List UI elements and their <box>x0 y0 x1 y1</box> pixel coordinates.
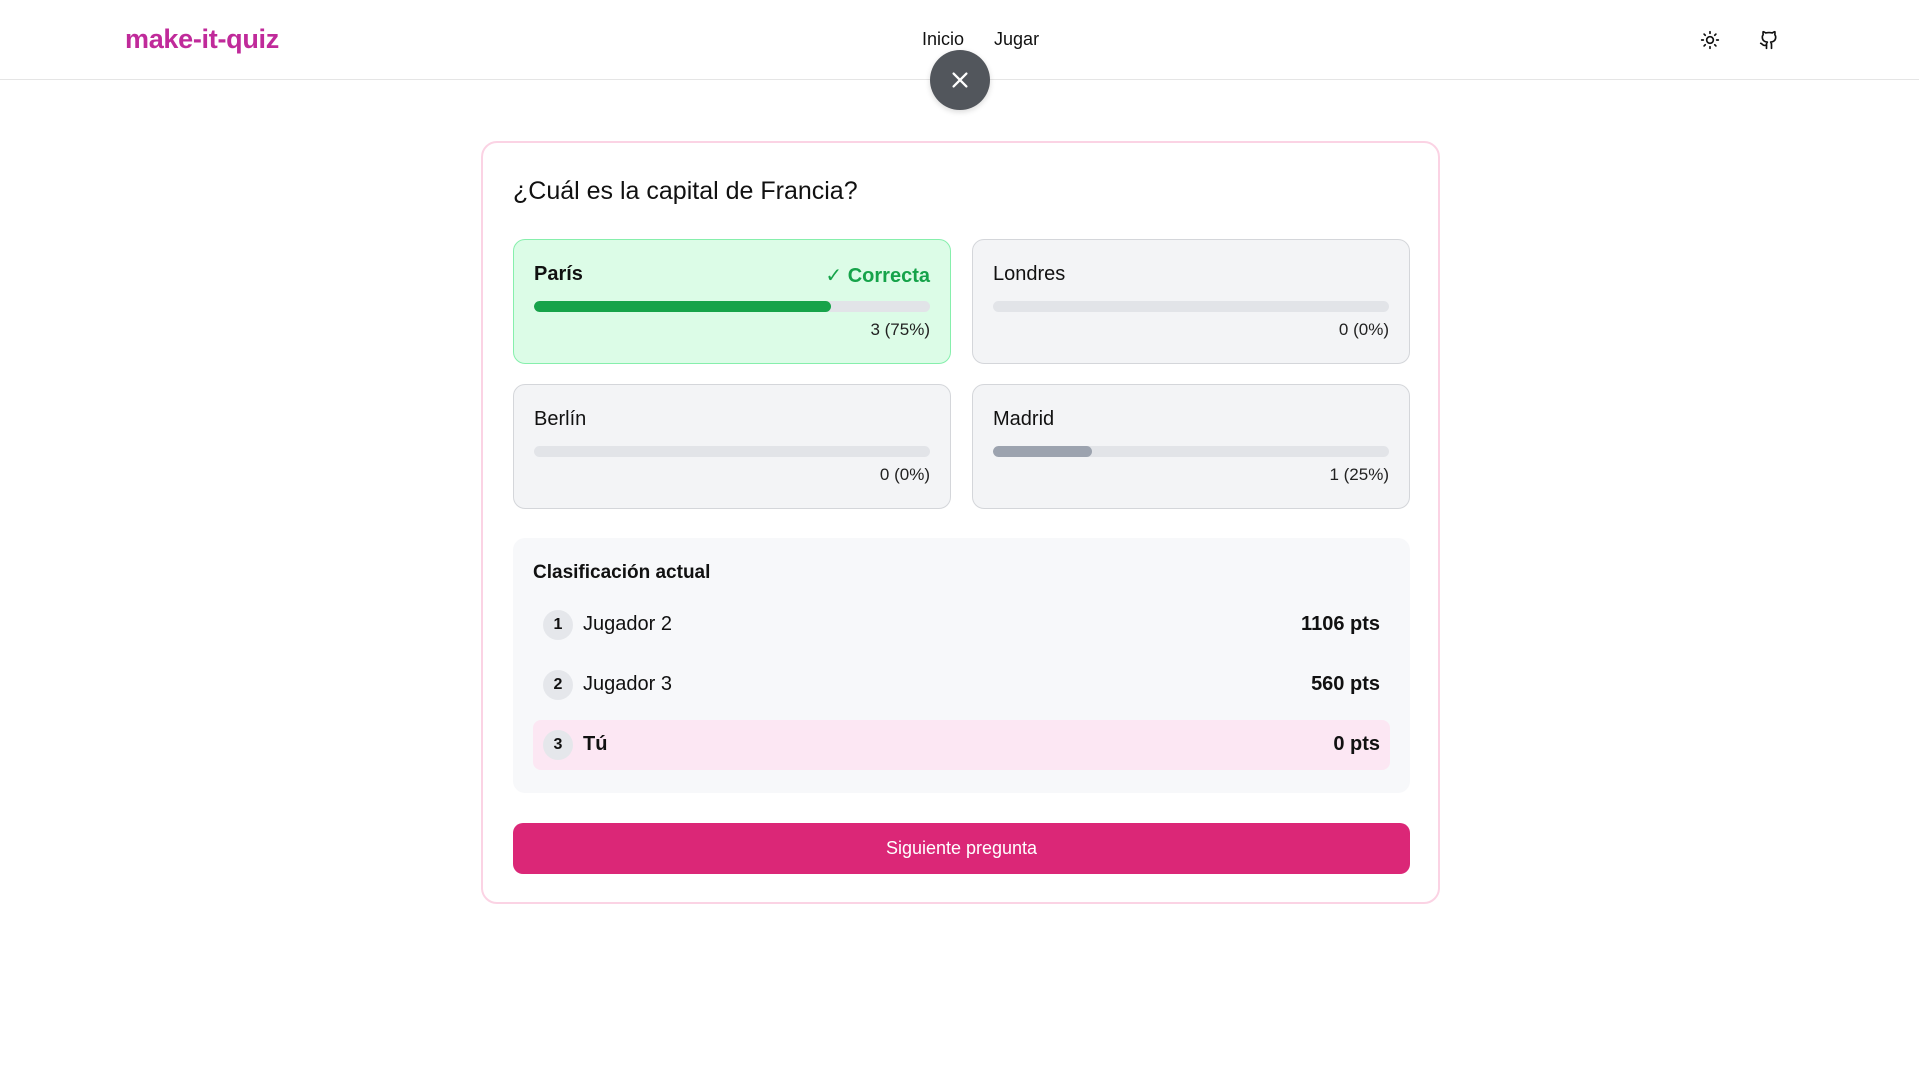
github-icon <box>1759 30 1777 50</box>
vote-count: 3 (75%) <box>870 320 930 339</box>
theme-toggle-button[interactable] <box>1696 26 1724 54</box>
rank-badge: 1 <box>543 610 573 640</box>
leaderboard-panel: Clasificación actual 1 Jugador 2 1106 pt… <box>513 538 1410 793</box>
answer-option: Madrid 1 (25%) <box>972 384 1410 509</box>
leaderboard-row: 3 Tú 0 pts <box>533 720 1390 770</box>
vote-bar-track <box>534 446 930 457</box>
next-question-button[interactable]: Siguiente pregunta <box>513 823 1410 874</box>
rank-badge: 2 <box>543 670 573 700</box>
vote-count: 0 (0%) <box>879 465 930 484</box>
close-icon <box>952 72 968 88</box>
leaderboard-title: Clasificación actual <box>533 562 711 583</box>
player-points: 0 pts <box>1333 733 1380 755</box>
sun-icon <box>1700 30 1720 50</box>
github-link-button[interactable] <box>1755 26 1783 54</box>
answer-option: París ✓ Correcta 3 (75%) <box>513 239 951 364</box>
close-button[interactable] <box>930 50 990 110</box>
option-label: Londres <box>993 263 1066 285</box>
vote-bar-track <box>993 446 1389 457</box>
vote-bar-track <box>534 301 930 312</box>
option-label: Madrid <box>993 408 1055 430</box>
nav-link-jugar[interactable]: Jugar <box>994 29 1039 50</box>
player-points: 560 pts <box>1311 673 1380 695</box>
vote-count: 0 (0%) <box>1338 320 1389 339</box>
question-title: ¿Cuál es la capital de Francia? <box>513 177 858 205</box>
answer-option: Berlín 0 (0%) <box>513 384 951 509</box>
app-logo[interactable]: make-it-quiz <box>125 24 279 55</box>
player-name: Tú <box>583 733 608 755</box>
option-label: París <box>534 263 583 285</box>
question-results-card: ¿Cuál es la capital de Francia? París ✓ … <box>481 141 1440 904</box>
answer-option: Londres 0 (0%) <box>972 239 1410 364</box>
vote-bar-track <box>993 301 1389 312</box>
answer-options-grid: París ✓ Correcta 3 (75%) Londres 0 (0%) … <box>513 239 1410 509</box>
rank-badge: 3 <box>543 730 573 760</box>
leaderboard-row: 1 Jugador 2 1106 pts <box>533 600 1390 650</box>
vote-bar-fill <box>993 446 1092 457</box>
player-name: Jugador 2 <box>583 613 672 635</box>
vote-count: 1 (25%) <box>1329 465 1389 484</box>
vote-bar-fill <box>534 301 831 312</box>
option-label: Berlín <box>534 408 587 430</box>
main-nav: Inicio Jugar <box>922 29 1039 50</box>
player-name: Jugador 3 <box>583 673 672 695</box>
leaderboard-row: 2 Jugador 3 560 pts <box>533 660 1390 710</box>
nav-link-inicio[interactable]: Inicio <box>922 29 964 50</box>
player-points: 1106 pts <box>1301 613 1380 635</box>
correct-badge: ✓ Correcta <box>825 265 930 287</box>
